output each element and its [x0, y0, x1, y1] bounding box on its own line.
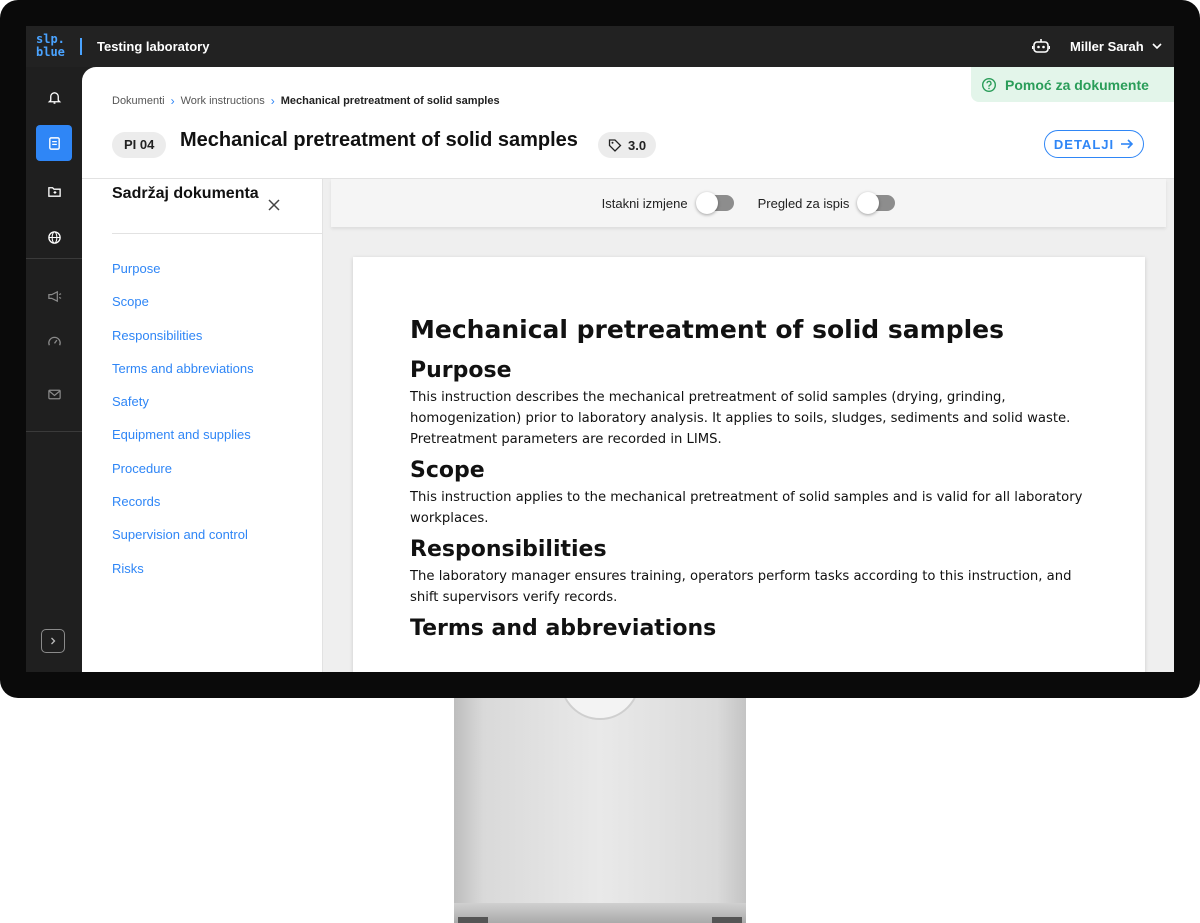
megaphone-icon	[47, 290, 61, 302]
highlight-changes-label: Istakni izmjene	[601, 195, 688, 211]
folder-icon	[47, 186, 61, 197]
toc-item-procedure[interactable]: Procedure	[112, 459, 254, 492]
page-title: Mechanical pretreatment of solid samples	[180, 129, 578, 151]
arrow-right-icon	[1121, 139, 1134, 149]
app-title: Testing laboratory	[97, 39, 210, 54]
toc-item-scope[interactable]: Scope	[112, 292, 254, 325]
help-circle-icon	[981, 77, 997, 92]
section-heading-terms: Terms and abbreviations	[410, 616, 717, 641]
toc-item-equipment[interactable]: Equipment and supplies	[112, 425, 254, 458]
document-page: Mechanical pretreatment of solid samples…	[353, 257, 1145, 672]
toc-item-terms[interactable]: Terms and abbreviations	[112, 359, 254, 392]
toc-item-safety[interactable]: Safety	[112, 392, 254, 425]
toc-item-records[interactable]: Records	[112, 492, 254, 525]
user-menu-name[interactable]: Miller Sarah	[1070, 39, 1144, 54]
document-heading: Mechanical pretreatment of solid samples	[410, 315, 1004, 344]
breadcrumb-item[interactable]: Work instructions	[181, 95, 265, 107]
rail-divider	[26, 258, 82, 259]
print-preview-label: Pregled za ispis	[757, 195, 850, 211]
highlight-changes-toggle[interactable]	[695, 192, 734, 214]
breadcrumb-chevron-icon: ›	[270, 94, 275, 108]
folders-button[interactable]	[36, 173, 72, 209]
mail-icon	[47, 389, 61, 399]
viewer-toolbar: Istakni izmjene Pregled za ispis	[331, 179, 1166, 227]
rail-divider	[26, 431, 82, 432]
breadcrumb: Dokumenti › Work instructions › Mechanic…	[112, 94, 500, 108]
monitor-stand-base	[454, 903, 746, 923]
breadcrumb-item[interactable]: Dokumenti	[112, 95, 165, 107]
chevron-down-icon[interactable]	[1151, 40, 1163, 52]
expand-sidebar-button[interactable]	[41, 629, 65, 653]
version-badge: 3.0	[598, 132, 657, 158]
gauge-icon	[47, 336, 61, 346]
globe-icon	[47, 230, 61, 244]
documents-icon	[48, 136, 60, 150]
monitor-foot-left	[458, 917, 488, 923]
left-nav-rail	[26, 67, 82, 672]
toc-header: Sadržaj dokumenta	[112, 179, 322, 234]
monitor-stand	[454, 690, 746, 923]
details-button[interactable]: DETALJI	[1044, 130, 1144, 158]
messages-button[interactable]	[36, 376, 72, 412]
notifications-button[interactable]	[36, 79, 72, 115]
web-button[interactable]	[36, 219, 72, 255]
details-label: DETALJI	[1053, 136, 1115, 152]
bell-icon	[47, 91, 61, 104]
monitor-bezel: slp. blue Testing laboratory Miller Sara…	[0, 0, 1200, 698]
print-preview-toggle[interactable]	[857, 192, 896, 214]
section-heading-scope: Scope	[410, 458, 485, 483]
toc-item-purpose[interactable]: Purpose	[112, 259, 254, 292]
table-of-contents: Sadržaj dokumenta Purpose Scope Responsi…	[82, 178, 323, 672]
toc-item-supervision[interactable]: Supervision and control	[112, 525, 254, 558]
dashboard-button[interactable]	[36, 323, 72, 359]
app-screen: slp. blue Testing laboratory Miller Sara…	[26, 26, 1174, 672]
toc-item-risks[interactable]: Risks	[112, 559, 254, 592]
main-panel: Dokumenti › Work instructions › Mechanic…	[82, 67, 1174, 672]
document-help-button[interactable]: Pomoć za dokumente	[971, 67, 1174, 102]
toc-item-responsibilities[interactable]: Responsibilities	[112, 326, 254, 359]
document-viewer: Istakni izmjene Pregled za ispis Mechani…	[323, 178, 1174, 672]
version-value: 3.0	[628, 137, 647, 153]
section-heading-purpose: Purpose	[410, 358, 512, 383]
section-heading-responsibilities: Responsibilities	[410, 537, 607, 562]
section-text-responsibilities: The laboratory manager ensures training,…	[410, 569, 1072, 605]
assistant-bot-icon[interactable]	[1032, 38, 1050, 54]
monitor-foot-right	[712, 917, 742, 923]
announcements-button[interactable]	[36, 278, 72, 314]
documents-button[interactable]	[36, 125, 72, 161]
logo-line-2: blue	[36, 45, 65, 59]
toc-list: Purpose Scope Responsibilities Terms and…	[112, 259, 254, 592]
breadcrumb-current: Mechanical pretreatment of solid samples	[280, 95, 500, 107]
app-logo[interactable]: slp. blue	[36, 33, 65, 59]
help-label: Pomoć za dokumente	[1005, 76, 1149, 93]
section-text-scope: This instruction applies to the mechanic…	[410, 490, 1083, 526]
tag-icon	[608, 139, 622, 152]
chevron-right-icon	[51, 637, 56, 645]
top-bar: slp. blue Testing laboratory Miller Sara…	[26, 26, 1174, 67]
breadcrumb-chevron-icon: ›	[170, 94, 175, 108]
logo-separator	[80, 38, 82, 55]
section-text-purpose: This instruction describes the mechanica…	[410, 390, 1071, 447]
close-icon[interactable]	[265, 196, 283, 214]
document-code-badge: PI 04	[112, 132, 167, 158]
toc-title: Sadržaj dokumenta	[112, 185, 259, 202]
